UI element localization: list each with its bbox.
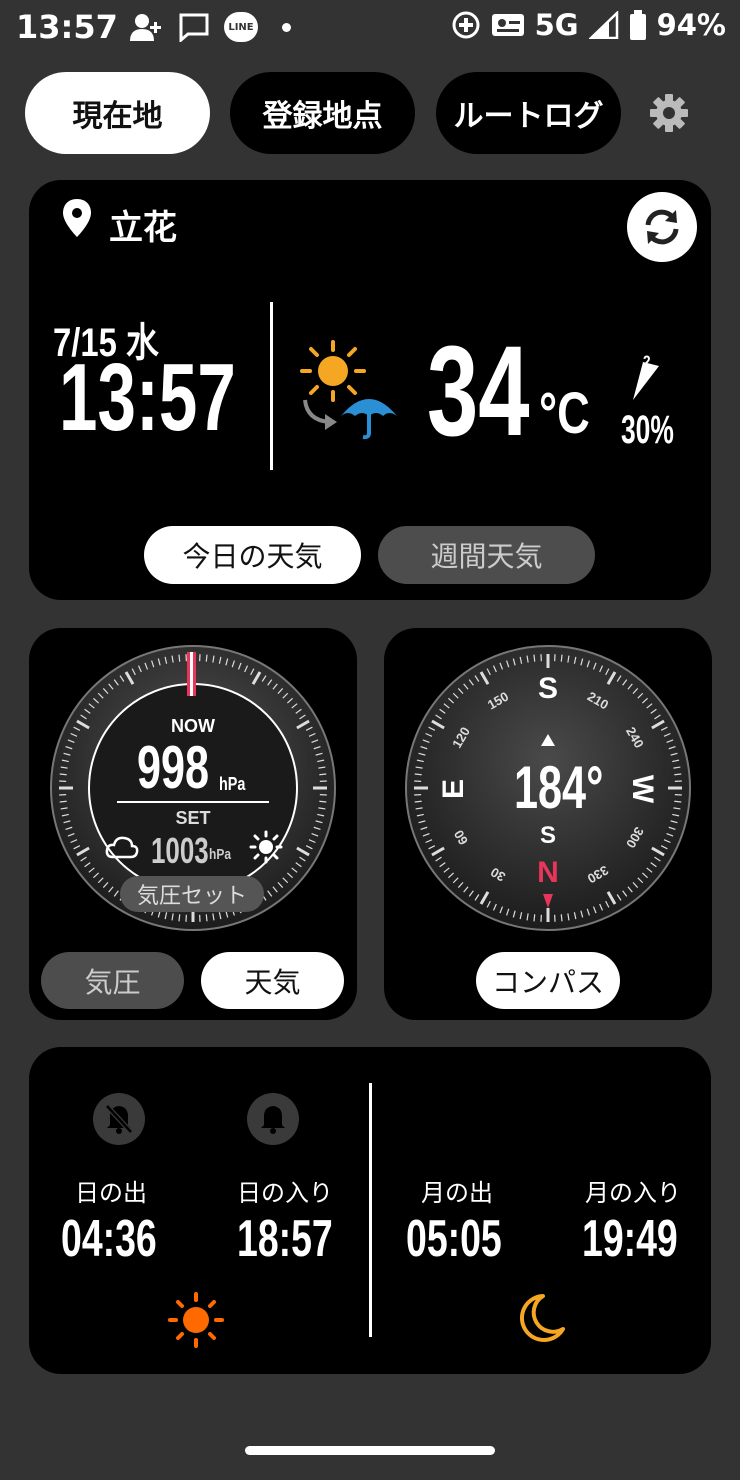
dot-icon — [282, 22, 291, 32]
network-type: 5G — [534, 8, 579, 42]
sunrise-alarm-toggle[interactable] — [93, 1093, 145, 1145]
moon-icon — [519, 1294, 565, 1342]
compass-degree-label: 210 — [584, 688, 612, 713]
today-weather-button[interactable]: 今日の天気 — [144, 526, 361, 584]
bell-off-icon — [105, 1104, 133, 1134]
weekly-weather-button[interactable]: 週間天気 — [378, 526, 595, 584]
id-card-icon — [491, 14, 524, 36]
battery-icon — [629, 10, 646, 40]
signal-icon — [588, 11, 618, 39]
dial-tick — [319, 773, 327, 776]
temperature-unit: °C — [539, 381, 590, 446]
dial-tick — [178, 914, 181, 922]
status-system-icons: 5G 94% — [451, 8, 726, 42]
status-time: 13:57 — [16, 8, 118, 46]
tab-registered-points[interactable]: 登録地点 — [230, 72, 415, 154]
compass-degree-label: 300 — [622, 824, 647, 851]
moonset-label: 月の入り — [585, 1179, 681, 1207]
sunset-label: 日の入り — [237, 1179, 333, 1207]
compass-degree-label: 120 — [449, 724, 474, 751]
dial-tick — [178, 654, 181, 662]
moonset-time: 19:49 — [582, 1210, 678, 1268]
weather-time: 13:57 — [59, 344, 236, 451]
battery-level: 94% — [656, 8, 726, 42]
tab-pressure[interactable]: 気圧 — [41, 952, 184, 1009]
set-label: SET — [175, 808, 211, 828]
temperature-value: 34 — [427, 320, 530, 463]
precipitation-chance: 30% — [621, 408, 674, 452]
tab-weather[interactable]: 天気 — [201, 952, 344, 1009]
dial-tick — [205, 654, 208, 662]
add-contact-icon — [130, 14, 161, 41]
sunset-time: 18:57 — [237, 1210, 333, 1268]
compass-button[interactable]: コンパス — [476, 952, 620, 1009]
compass-card: S E W N 184° S 150 210 120 240 60 300 30 330 コン… — [384, 628, 712, 1020]
dial-tick — [59, 773, 67, 776]
sunset-alarm-toggle[interactable] — [247, 1093, 299, 1145]
barometer-card: NOW 998 hPa SET 1003 hPa 気圧セット 気圧 天気 — [29, 628, 357, 1020]
pressure-now-value: 998 — [137, 734, 210, 801]
moonrise-time: 05:05 — [406, 1210, 502, 1268]
pressure-now-unit: hPa — [219, 774, 246, 794]
compass-degree-labels: 150 210 120 240 60 300 30 330 — [404, 644, 692, 932]
refresh-icon — [645, 209, 679, 245]
dial-tick — [319, 800, 327, 803]
dial-tick — [59, 800, 67, 803]
status-notification-icons: LINE — [128, 12, 291, 42]
gear-icon — [650, 94, 688, 132]
data-saver-icon — [452, 11, 480, 39]
cloud-icon — [105, 836, 139, 859]
settings-button[interactable] — [648, 92, 690, 134]
refresh-button[interactable] — [627, 192, 697, 262]
line-app-icon: LINE — [224, 12, 258, 42]
message-icon — [179, 13, 209, 42]
compass-degree-label: 60 — [451, 827, 472, 848]
compass-degree-label: 330 — [584, 862, 612, 887]
tab-route-log[interactable]: ルートログ — [436, 72, 621, 154]
weather-divider — [270, 302, 273, 470]
sun-icon — [249, 830, 283, 864]
wind-level: 2 — [643, 352, 651, 371]
weather-card: 立花 7/15 水 13:57 34 °C 2 30% 今日の天気 週間天気 — [29, 180, 711, 600]
gesture-nav-handle[interactable] — [245, 1446, 495, 1455]
tab-current-location[interactable]: 現在地 — [25, 72, 210, 154]
pressure-set-value: 1003 — [151, 830, 209, 871]
sun-moon-card: 日の出 日の入り 月の出 月の入り 04:36 18:57 05:05 19:4… — [29, 1047, 711, 1374]
sun-orange-icon — [168, 1292, 224, 1348]
pressure-set-button[interactable]: 気圧セット — [120, 876, 264, 912]
pressure-set-unit: hPa — [209, 846, 232, 863]
compass-degree-label: 30 — [487, 863, 509, 885]
bell-icon — [261, 1106, 285, 1134]
compass-degree-label: 240 — [622, 724, 647, 751]
location-name: 立花 — [109, 208, 177, 248]
sun-to-rain-icon — [300, 340, 397, 440]
dial-tick — [205, 914, 208, 922]
moonrise-label: 月の出 — [421, 1179, 493, 1207]
compass-degree-label: 150 — [484, 688, 512, 713]
location-pin-icon — [63, 199, 91, 237]
sunrise-time: 04:36 — [61, 1210, 157, 1268]
sun-moon-divider — [369, 1083, 372, 1337]
sunrise-label: 日の出 — [75, 1179, 147, 1207]
